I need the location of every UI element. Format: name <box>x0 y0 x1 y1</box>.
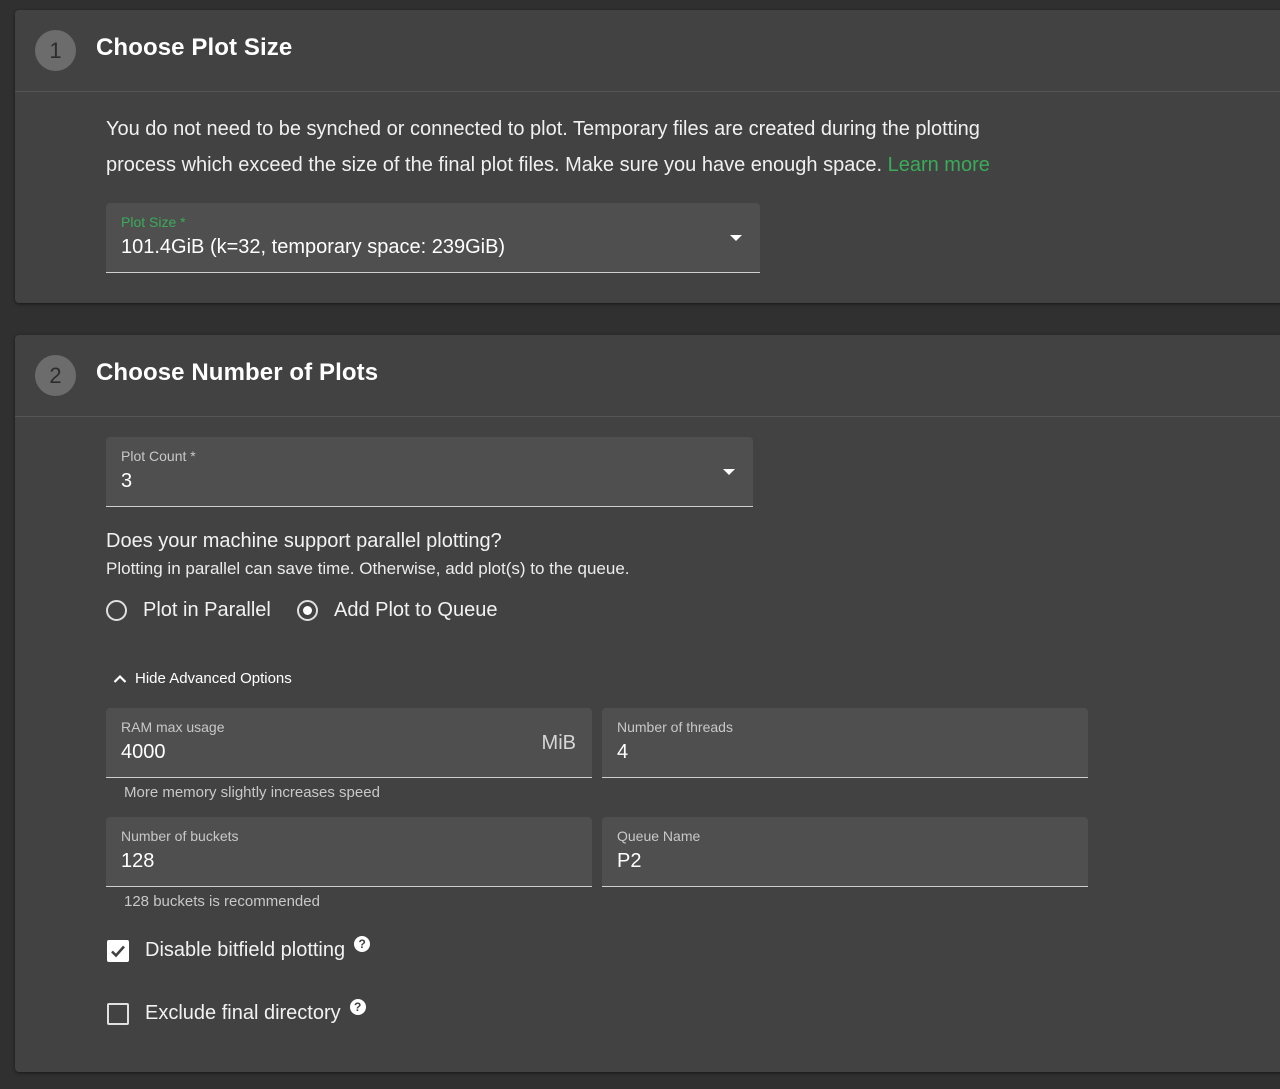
plot-size-section: 1 Choose Plot Size You do not need to be… <box>15 10 1280 303</box>
ram-max-usage-input[interactable]: RAM max usage 4000 MiB <box>106 708 592 778</box>
plot-size-description: You do not need to be synched or connect… <box>106 111 1046 183</box>
radio-plot-in-parallel[interactable]: Plot in Parallel <box>106 595 271 625</box>
hide-advanced-options-button[interactable]: Hide Advanced Options <box>113 670 292 687</box>
ram-unit: MiB <box>541 732 576 754</box>
radio-label: Add Plot to Queue <box>334 598 498 621</box>
ram-value: 4000 <box>121 741 166 763</box>
disable-bitfield-checkbox-row[interactable]: Disable bitfield plotting ? <box>107 935 371 962</box>
advanced-toggle-label: Hide Advanced Options <box>135 670 292 687</box>
section-header: 2 Choose Number of Plots <box>15 335 1280 417</box>
disable-bitfield-label: Disable bitfield plotting <box>145 939 346 961</box>
check-icon <box>111 945 125 957</box>
section-header: 1 Choose Plot Size <box>15 10 1280 92</box>
step-number-badge: 1 <box>35 30 76 71</box>
ram-label: RAM max usage <box>121 719 225 735</box>
threads-input[interactable]: Number of threads 4 <box>602 708 1088 778</box>
buckets-label: Number of buckets <box>121 828 239 844</box>
parallel-question: Does your machine support parallel plott… <box>106 530 502 552</box>
learn-more-link[interactable]: Learn more <box>888 154 990 176</box>
radio-checked-icon[interactable] <box>297 599 318 621</box>
queue-name-input[interactable]: Queue Name P2 <box>602 817 1088 887</box>
queue-value: P2 <box>617 850 642 872</box>
plot-count-section: 2 Choose Number of Plots Plot Count * 3 … <box>15 335 1280 1072</box>
buckets-input[interactable]: Number of buckets 128 <box>106 817 592 887</box>
buckets-helper-text: 128 buckets is recommended <box>124 893 320 910</box>
step-number-badge: 2 <box>35 355 76 396</box>
ram-helper-text: More memory slightly increases speed <box>124 784 380 801</box>
plot-count-value: 3 <box>121 470 133 492</box>
section-title: Choose Plot Size <box>96 34 293 61</box>
radio-label: Plot in Parallel <box>143 598 271 621</box>
threads-label: Number of threads <box>617 719 733 735</box>
queue-label: Queue Name <box>617 828 701 844</box>
threads-value: 4 <box>617 741 629 763</box>
plot-size-label: Plot Size * <box>121 214 186 230</box>
plot-count-select[interactable]: Plot Count * 3 <box>106 437 753 507</box>
description-text: You do not need to be synched or connect… <box>106 118 980 176</box>
buckets-value: 128 <box>121 850 155 872</box>
parallel-subtext: Plotting in parallel can save time. Othe… <box>106 559 630 578</box>
radio-add-plot-to-queue[interactable]: Add Plot to Queue <box>297 595 497 625</box>
section-title: Choose Number of Plots <box>96 359 379 386</box>
help-icon[interactable]: ? <box>349 998 366 1015</box>
exclude-final-directory-checkbox-row[interactable]: Exclude final directory ? <box>107 998 366 1025</box>
plot-size-value: 101.4GiB (k=32, temporary space: 239GiB) <box>121 236 506 258</box>
plot-count-label: Plot Count * <box>121 448 196 464</box>
chevron-up-icon <box>113 674 127 683</box>
plot-size-select[interactable]: Plot Size * 101.4GiB (k=32, temporary sp… <box>106 203 760 273</box>
dropdown-arrow-icon <box>723 469 735 475</box>
help-icon[interactable]: ? <box>354 935 371 952</box>
checkbox-checked-icon[interactable] <box>107 939 129 962</box>
dropdown-arrow-icon <box>730 235 742 241</box>
radio-unchecked-icon[interactable] <box>106 599 127 621</box>
exclude-final-label: Exclude final directory <box>145 1002 341 1024</box>
checkbox-unchecked-icon[interactable] <box>107 1002 129 1025</box>
